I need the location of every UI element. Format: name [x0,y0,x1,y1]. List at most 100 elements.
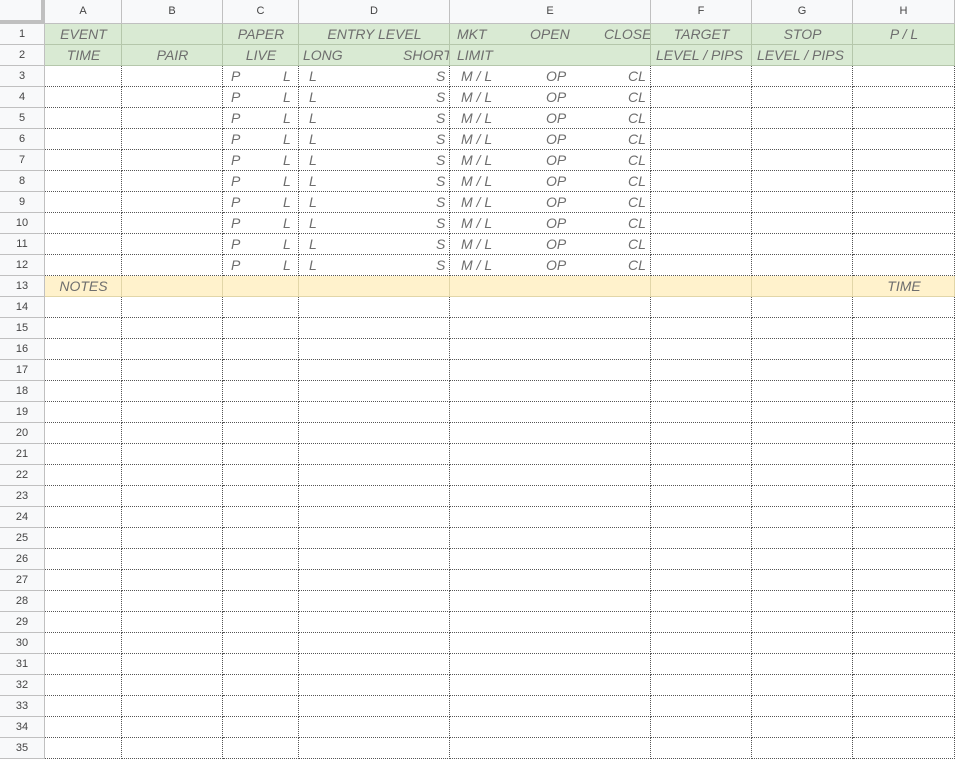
cell-a30[interactable] [45,633,122,654]
cell-h7[interactable] [853,150,955,171]
cell-d6[interactable]: LS [299,129,450,150]
cell-h30[interactable] [853,633,955,654]
row-header[interactable]: 21 [0,444,45,465]
cell-a18[interactable] [45,381,122,402]
cell-b4[interactable] [122,87,223,108]
column-header-f[interactable]: F [651,0,752,24]
cell-g19[interactable] [752,402,853,423]
cell-d27[interactable] [299,570,450,591]
cell-a27[interactable] [45,570,122,591]
cell-h14[interactable] [853,297,955,318]
row-header[interactable]: 14 [0,297,45,318]
cell-c5[interactable]: PL [223,108,299,129]
cell-h13[interactable]: TIME [853,276,955,297]
cell-f32[interactable] [651,675,752,696]
cell-g21[interactable] [752,444,853,465]
cell-a15[interactable] [45,318,122,339]
cell-b16[interactable] [122,339,223,360]
cell-c29[interactable] [223,612,299,633]
cell-b13[interactable] [122,276,223,297]
cell-b14[interactable] [122,297,223,318]
cell-a35[interactable] [45,738,122,759]
cell-h16[interactable] [853,339,955,360]
cell-h29[interactable] [853,612,955,633]
cell-e12[interactable]: M / L OP CL [450,255,651,276]
cell-c28[interactable] [223,591,299,612]
cell-a26[interactable] [45,549,122,570]
cell-c4[interactable]: PL [223,87,299,108]
cell-d31[interactable] [299,654,450,675]
cell-g23[interactable] [752,486,853,507]
cell-c35[interactable] [223,738,299,759]
cell-e3[interactable]: M / L OP CL [450,66,651,87]
row-header[interactable]: 15 [0,318,45,339]
cell-f13[interactable] [651,276,752,297]
cell-f11[interactable] [651,234,752,255]
cell-g27[interactable] [752,570,853,591]
cell-d24[interactable] [299,507,450,528]
cell-d15[interactable] [299,318,450,339]
cell-g16[interactable] [752,339,853,360]
cell-b31[interactable] [122,654,223,675]
cell-b32[interactable] [122,675,223,696]
cell-c33[interactable] [223,696,299,717]
cell-g20[interactable] [752,423,853,444]
cell-a12[interactable] [45,255,122,276]
cell-e2[interactable]: LIMIT [450,45,651,66]
cell-b29[interactable] [122,612,223,633]
cell-c9[interactable]: PL [223,192,299,213]
cell-e27[interactable] [450,570,651,591]
cell-a1[interactable]: EVENT [45,24,122,45]
cell-f16[interactable] [651,339,752,360]
row-header[interactable]: 1 [0,24,45,45]
cell-d32[interactable] [299,675,450,696]
cell-e22[interactable] [450,465,651,486]
cell-b22[interactable] [122,465,223,486]
cell-d25[interactable] [299,528,450,549]
cell-c30[interactable] [223,633,299,654]
cell-f6[interactable] [651,129,752,150]
cell-c8[interactable]: PL [223,171,299,192]
row-header[interactable]: 20 [0,423,45,444]
cell-b26[interactable] [122,549,223,570]
cell-f10[interactable] [651,213,752,234]
cell-f19[interactable] [651,402,752,423]
cell-h1[interactable]: P / L [853,24,955,45]
cell-d5[interactable]: LS [299,108,450,129]
cell-c26[interactable] [223,549,299,570]
cell-h4[interactable] [853,87,955,108]
cell-f5[interactable] [651,108,752,129]
cell-e7[interactable]: M / L OP CL [450,150,651,171]
cell-g7[interactable] [752,150,853,171]
cell-a14[interactable] [45,297,122,318]
row-header[interactable]: 2 [0,45,45,66]
column-header-a[interactable]: A [45,0,122,24]
cell-f24[interactable] [651,507,752,528]
cell-h31[interactable] [853,654,955,675]
cell-b23[interactable] [122,486,223,507]
cell-e13[interactable] [450,276,651,297]
cell-f15[interactable] [651,318,752,339]
cell-e8[interactable]: M / L OP CL [450,171,651,192]
cell-h21[interactable] [853,444,955,465]
cell-f25[interactable] [651,528,752,549]
cell-a4[interactable] [45,87,122,108]
cell-c13[interactable] [223,276,299,297]
cell-b15[interactable] [122,318,223,339]
cell-g14[interactable] [752,297,853,318]
cell-c22[interactable] [223,465,299,486]
cell-f14[interactable] [651,297,752,318]
cell-a28[interactable] [45,591,122,612]
cell-c18[interactable] [223,381,299,402]
cell-e10[interactable]: M / L OP CL [450,213,651,234]
cell-e18[interactable] [450,381,651,402]
cell-e11[interactable]: M / L OP CL [450,234,651,255]
cell-g29[interactable] [752,612,853,633]
cell-h15[interactable] [853,318,955,339]
cell-h20[interactable] [853,423,955,444]
cell-e20[interactable] [450,423,651,444]
cell-e6[interactable]: M / L OP CL [450,129,651,150]
cell-g2[interactable]: LEVEL / PIPS [752,45,853,66]
cell-b30[interactable] [122,633,223,654]
cell-d3[interactable]: LS [299,66,450,87]
